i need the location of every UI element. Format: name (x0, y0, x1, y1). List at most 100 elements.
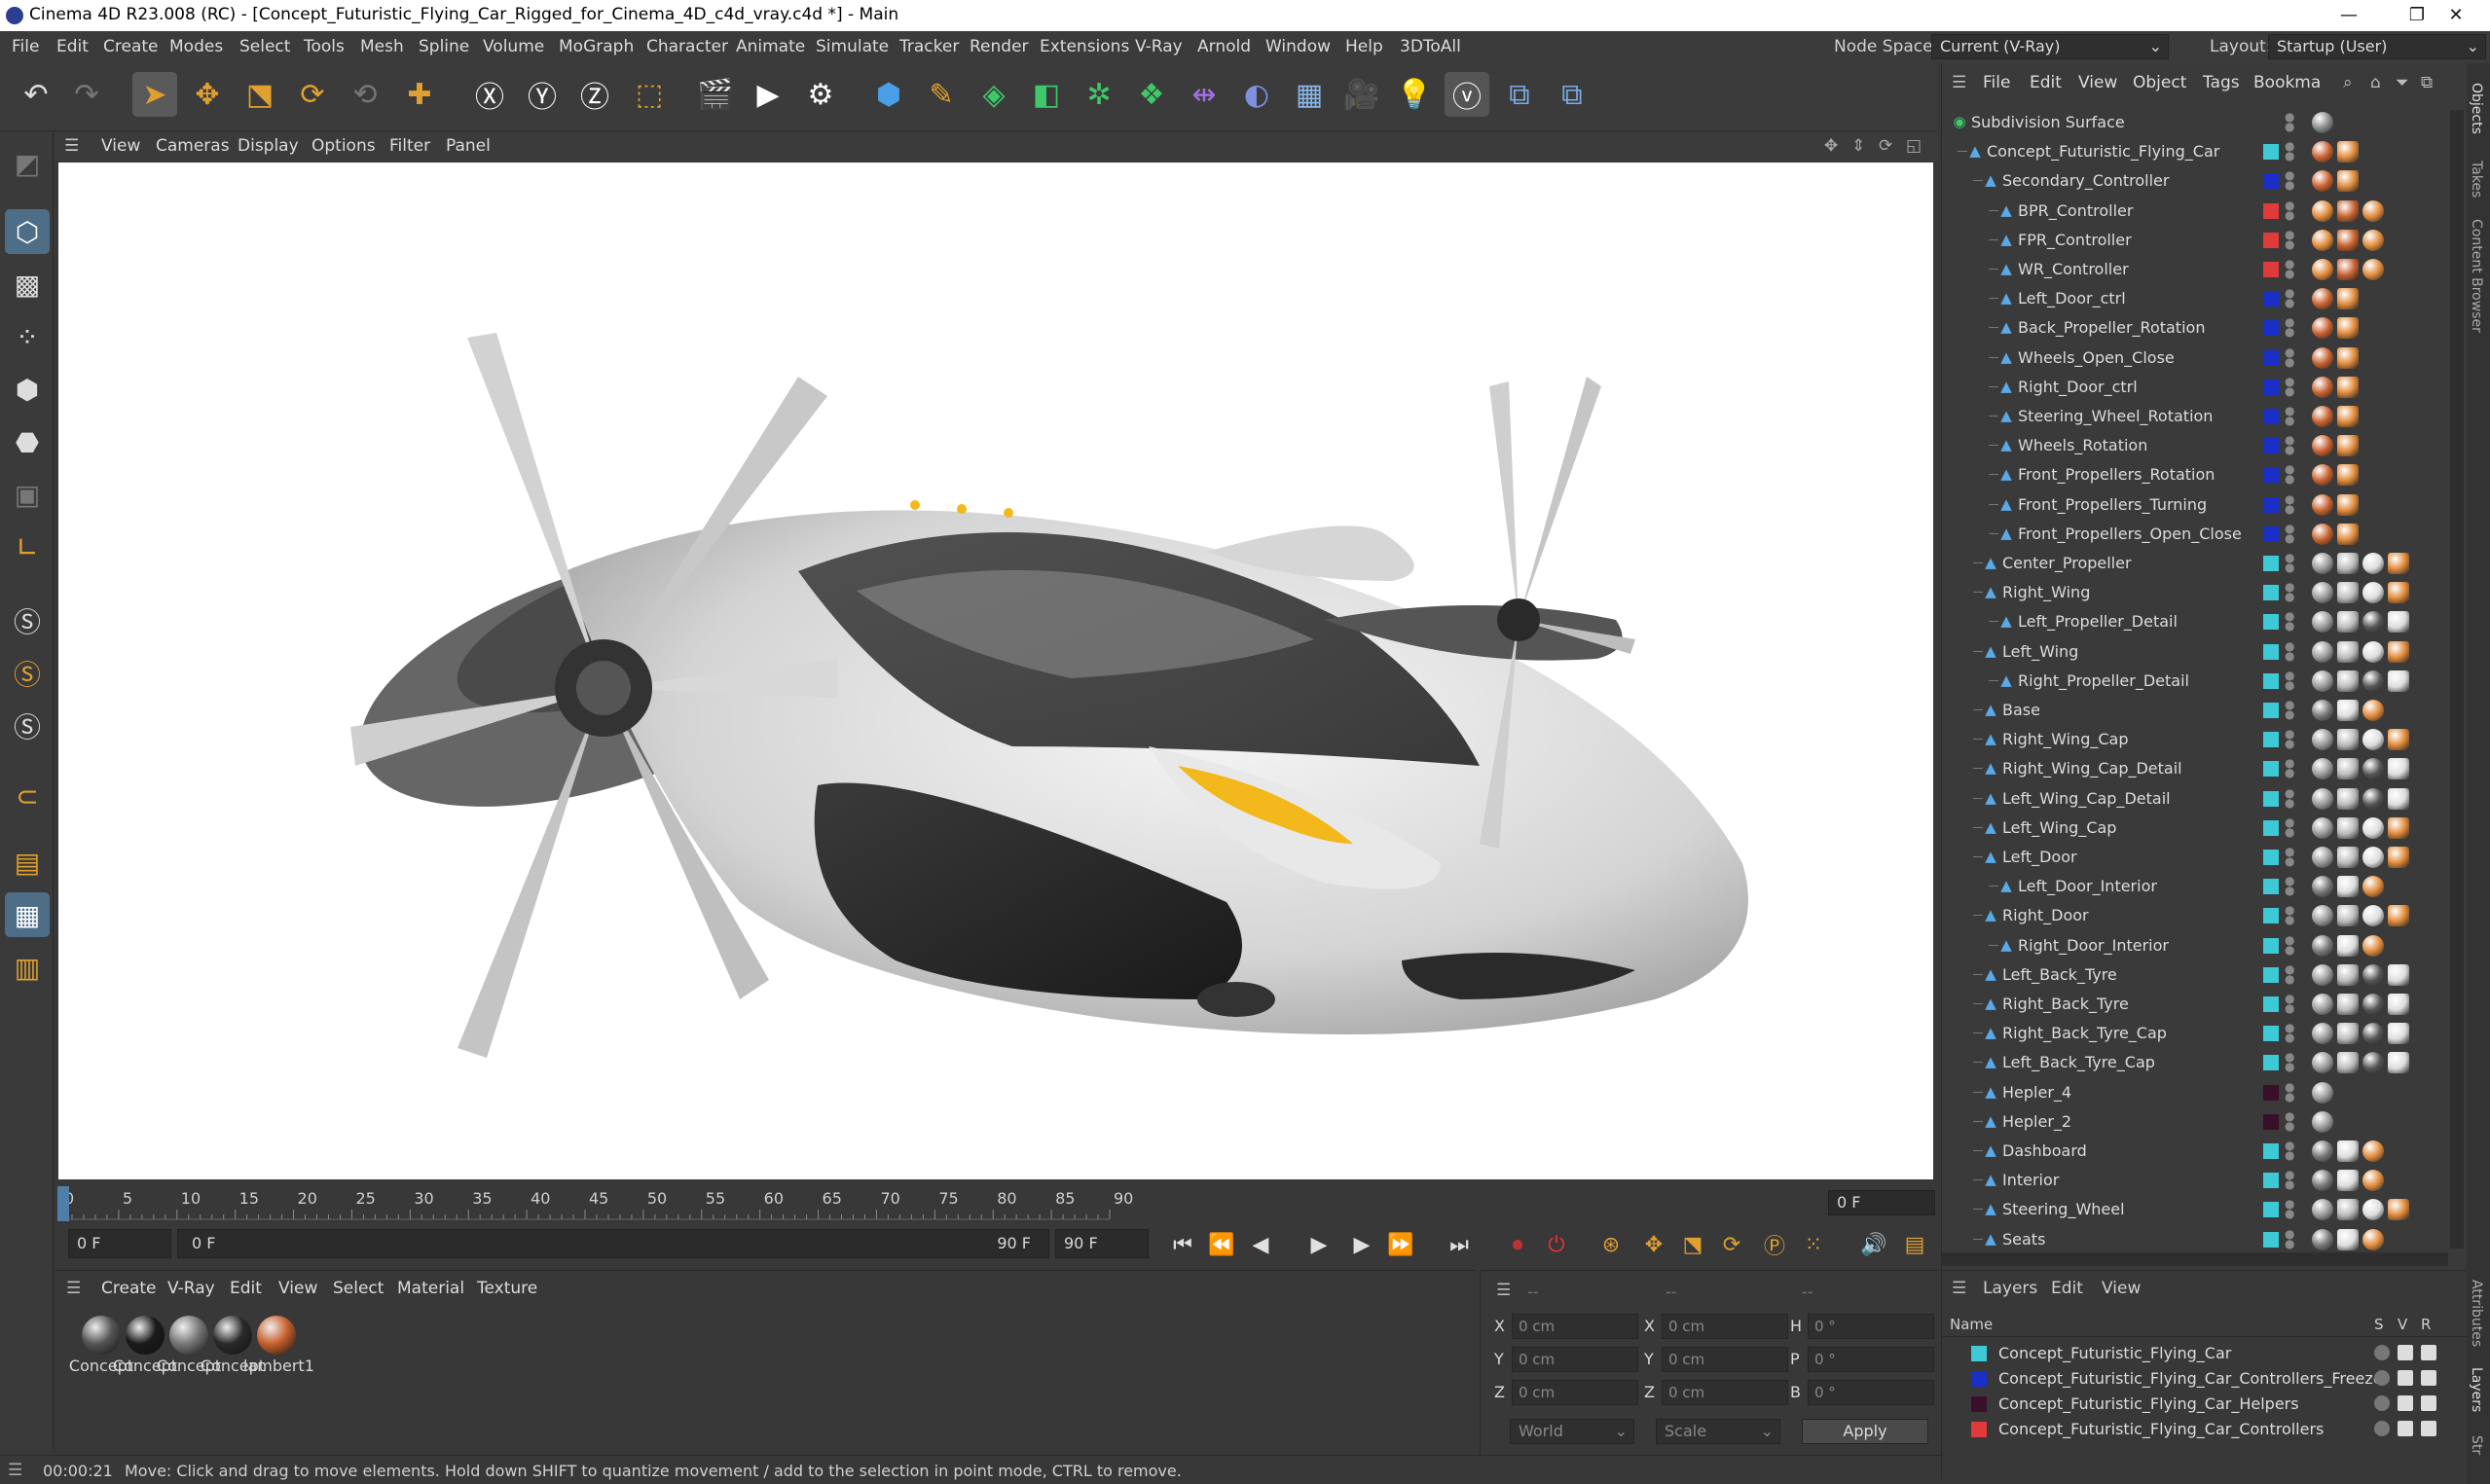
material-tag-icon[interactable] (2312, 464, 2333, 487)
layer-color-swatch[interactable] (2263, 173, 2279, 190)
material-tag-icon[interactable] (2362, 1228, 2384, 1250)
layer-color-swatch[interactable] (2263, 1202, 2279, 1218)
menu-mesh[interactable]: Mesh (360, 37, 404, 56)
material-tag-icon[interactable] (2312, 406, 2333, 427)
layer-color-swatch[interactable] (2263, 1173, 2279, 1189)
material-tag-icon[interactable] (2388, 1023, 2409, 1045)
recent-tool-icon[interactable]: ⟲ (343, 72, 387, 117)
texture-mode-icon[interactable]: ▩ (5, 262, 50, 307)
object-row[interactable]: ▲ WR_Controller ● ● (1942, 255, 2448, 284)
planar-workplane-icon[interactable]: ▥ (5, 945, 50, 990)
object-row[interactable]: ▲ Dashboard ● ● (1942, 1137, 2448, 1166)
object-name[interactable]: Left_Back_Tyre_Cap (2002, 1053, 2155, 1071)
render-toggle-icon[interactable] (2421, 1421, 2436, 1436)
visible-eye-icon[interactable] (2398, 1370, 2413, 1386)
material-tag-icon[interactable] (2362, 553, 2384, 574)
menu-spline[interactable]: Spline (419, 37, 469, 56)
viewport-menu-cameras[interactable]: Cameras (156, 136, 230, 156)
material-tag-icon[interactable] (2337, 729, 2359, 751)
node-space-dropdown[interactable]: Current (V-Ray) ⌄ (1931, 34, 2169, 59)
layer-color-swatch[interactable] (2263, 262, 2279, 277)
material-swatch[interactable]: lambert1 (243, 1316, 314, 1403)
object-row[interactable]: ▲ Hepler_4 ● ● (1942, 1078, 2448, 1107)
visibility-dots-icon[interactable]: ● ● (2285, 1140, 2294, 1161)
object-row[interactable]: ▲ Left_Wing_Cap_Detail ● ● (1942, 784, 2448, 814)
object-name[interactable]: WR_Controller (2018, 260, 2129, 278)
material-tag-icon[interactable] (2337, 963, 2359, 986)
layer-color-swatch[interactable] (2263, 320, 2279, 337)
material-tag-icon[interactable] (2337, 787, 2359, 810)
object-row[interactable]: ▲ Left_Back_Tyre_Cap ● ● (1942, 1048, 2448, 1077)
size-field[interactable]: 0 cm (1662, 1347, 1788, 1372)
layer-row[interactable]: Concept_Futuristic_Flying_Car (1942, 1341, 2468, 1366)
material-tag-icon[interactable] (2362, 934, 2384, 957)
menu-arnold[interactable]: Arnold (1197, 37, 1251, 56)
hamburger-icon[interactable]: ☰ (1496, 1281, 1511, 1300)
material-tag-icon[interactable] (2312, 994, 2333, 1015)
material-tag-icon[interactable] (2362, 963, 2384, 986)
menu-select[interactable]: Select (239, 37, 290, 56)
dolly-view-icon[interactable]: ⇕ (1851, 136, 1865, 156)
material-tag-icon[interactable] (2312, 229, 2333, 251)
visible-eye-icon[interactable] (2398, 1395, 2413, 1411)
material-tag-icon[interactable] (2337, 464, 2359, 487)
add-axis-icon[interactable]: ✚ (397, 72, 442, 117)
object-row[interactable]: ▲ Right_Wing_Cap ● ● (1942, 725, 2448, 754)
layer-name[interactable]: Concept_Futuristic_Flying_Car_Controller… (1998, 1369, 2383, 1388)
material-tag-icon[interactable] (2362, 758, 2384, 780)
material-tag-icon[interactable] (2312, 876, 2333, 898)
material-tag-icon[interactable] (2312, 553, 2333, 574)
object-row[interactable]: ▲ Seats ● ● (1942, 1225, 2448, 1254)
object-row[interactable]: ▲ Left_Propeller_Detail ● ● (1942, 607, 2448, 636)
rotation-field[interactable]: 0 ° (1808, 1314, 1934, 1339)
next-keyframe-icon[interactable]: ⏩ (1382, 1228, 1419, 1261)
object-row[interactable]: ▲ Concept_Futuristic_Flying_Car ● ● (1942, 137, 2448, 166)
menu-mograph[interactable]: MoGraph (559, 37, 634, 56)
object-name[interactable]: Steering_Wheel (2002, 1200, 2125, 1218)
material-tag-icon[interactable] (2388, 729, 2409, 751)
material-tag-icon[interactable] (2312, 170, 2333, 193)
layer-color-swatch[interactable] (1971, 1346, 1987, 1361)
object-name[interactable]: FPR_Controller (2018, 231, 2132, 249)
deformer-icon[interactable]: ⇹ (1182, 72, 1227, 117)
subdivision-icon[interactable]: ◈ (971, 72, 1016, 117)
layer-color-swatch[interactable] (2263, 1231, 2279, 1248)
object-menu-bookmarks[interactable]: Bookma (2253, 73, 2321, 92)
tab-structure[interactable]: Str (2469, 1435, 2484, 1455)
object-name[interactable]: BPR_Controller (2018, 201, 2133, 220)
pen-icon[interactable]: ✎ (919, 72, 964, 117)
python-icon[interactable]: ⧉ (1497, 72, 1542, 117)
visibility-dots-icon[interactable]: ● ● (2285, 199, 2294, 221)
visibility-dots-icon[interactable]: ● ● (2285, 523, 2294, 544)
home-icon[interactable]: ⌂ (2370, 73, 2381, 92)
rotate-icon[interactable]: ⟳ (290, 72, 335, 117)
z-axis-lock-icon[interactable]: Ⓩ (572, 72, 617, 117)
object-row[interactable]: ▲ FPR_Controller ● ● (1942, 226, 2448, 255)
object-row[interactable]: ▲ Secondary_Controller ● ● (1942, 166, 2448, 196)
layer-color-swatch[interactable] (2263, 556, 2279, 571)
layer-color-swatch[interactable] (2263, 643, 2279, 660)
visible-eye-icon[interactable] (2398, 1421, 2413, 1436)
material-tag-icon[interactable] (2312, 1023, 2333, 1045)
layer-color-swatch[interactable] (2263, 996, 2279, 1012)
cube-icon[interactable]: ⬢ (866, 72, 911, 117)
magnet-icon[interactable]: ⊂ (5, 774, 50, 818)
visibility-dots-icon[interactable]: ● ● (2285, 670, 2294, 691)
layer-color-swatch[interactable] (2263, 409, 2279, 424)
material-tag-icon[interactable] (2362, 787, 2384, 810)
next-frame-icon[interactable]: ▶ (1343, 1228, 1380, 1261)
viewport-menu-filter[interactable]: Filter (389, 136, 430, 156)
visibility-dots-icon[interactable]: ● ● (2285, 140, 2294, 162)
mograph-icon[interactable]: ❖ (1129, 72, 1174, 117)
horizontal-scrollbar[interactable] (1942, 1252, 2448, 1266)
visibility-dots-icon[interactable]: ● ● (2285, 316, 2294, 338)
layer-color-swatch[interactable] (2263, 761, 2279, 778)
material-tag-icon[interactable] (2362, 1140, 2384, 1162)
material-tag-icon[interactable] (2388, 1052, 2409, 1074)
material-tag-icon[interactable] (2388, 1199, 2409, 1221)
material-tag-icon[interactable] (2362, 847, 2384, 868)
timeline-icon[interactable]: ▤ (1896, 1228, 1933, 1261)
menu-modes[interactable]: Modes (169, 37, 223, 56)
material-tag-icon[interactable] (2337, 1052, 2359, 1074)
material-tag-icon[interactable] (2312, 493, 2333, 516)
